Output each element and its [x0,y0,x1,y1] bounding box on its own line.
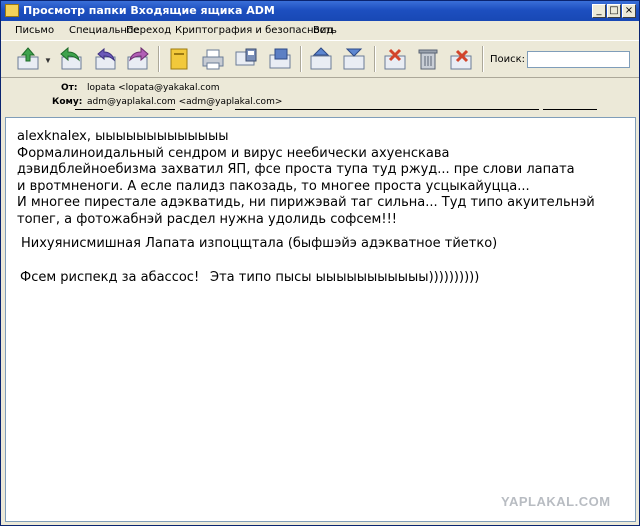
toolbar-separator [158,46,160,72]
move-icon[interactable] [382,46,408,72]
to-label: Кому: [52,97,83,107]
closing-line: Эта типо пысы ыыыыыыыыыыы)))))))))) [210,270,480,285]
maximize-button[interactable]: □ [607,4,621,18]
message-body[interactable]: alexknalex, ыыыыыыыыыыыыы Формалиноидаль… [5,117,636,522]
dropdown-arrow-icon[interactable]: ▼ [44,56,52,65]
reply-icon[interactable] [58,46,84,72]
delete-icon[interactable] [415,46,441,72]
save-icon[interactable] [233,46,259,72]
mail-window: Просмотр папки Входящие ящика ADM _ □ × … [0,0,640,526]
toolbar-separator [300,46,302,72]
header-divider [75,109,605,111]
from-label: От: [61,83,78,93]
purge-icon[interactable] [448,46,474,72]
signature-line: Нихуянисмишная Лапата изпоцщтала (быфшэй… [21,236,498,251]
greeting-line: Фсем риспекд за абассос! [20,270,200,285]
address-book-icon[interactable] [166,46,192,72]
search-input[interactable] [527,51,630,68]
menu-bar: Письмо Специальное Переход Криптография … [1,21,639,40]
close-button[interactable]: × [622,4,636,18]
folder-icon [5,4,19,17]
attachment-icon[interactable] [267,46,293,72]
message-header: От: lopata <lopata@yakakal.com Кому: adm… [5,79,636,115]
minimize-button[interactable]: _ [592,4,606,18]
receive-icon[interactable] [15,46,41,72]
search-label: Поиск: [490,54,526,65]
to-value[interactable]: adm@yaplakal.com <adm@yaplakal.com> [87,97,282,107]
title-bar[interactable]: Просмотр папки Входящие ящика ADM _ □ × [1,1,639,21]
toolbar: ▼ Поиск: [1,40,639,78]
menu-view[interactable]: Вид [313,25,333,36]
from-value[interactable]: lopata <lopata@yakakal.com [87,83,220,93]
toolbar-separator [482,46,484,72]
toolbar-separator [374,46,376,72]
forward-icon[interactable] [125,46,151,72]
next-icon[interactable] [341,46,367,72]
message-text: alexknalex, ыыыыыыыыыыыыы Формалиноидаль… [17,129,595,227]
menu-letter[interactable]: Письмо [15,25,54,36]
watermark-logo: YAPLAKAL.COM [501,494,611,509]
menu-go[interactable]: Переход [126,25,171,36]
previous-icon[interactable] [308,46,334,72]
print-icon[interactable] [200,46,226,72]
reply-all-icon[interactable] [92,46,118,72]
window-title: Просмотр папки Входящие ящика ADM [23,4,275,17]
